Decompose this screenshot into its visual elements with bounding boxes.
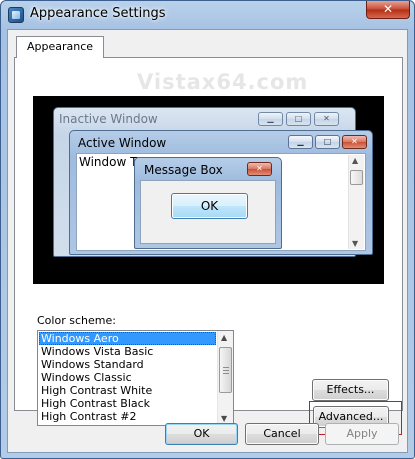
color-scheme-scrollbar[interactable]: ▲ ▼ <box>217 331 233 425</box>
dialog-client-area: Appearance Vistax64.com Inactive Window … <box>7 29 408 453</box>
title-bar[interactable]: Appearance Settings ✕ <box>1 1 414 29</box>
scroll-up-arrow-icon: ▲ <box>352 156 359 165</box>
color-scheme-label: Color scheme: <box>37 314 116 327</box>
watermark: Vistax64.com <box>137 70 309 94</box>
scroll-down-arrow-icon[interactable]: ▼ <box>221 414 227 423</box>
apply-button[interactable]: Apply <box>325 423 399 445</box>
list-item[interactable]: High Contrast Black <box>39 397 216 410</box>
list-item[interactable]: Windows Aero <box>39 332 216 345</box>
scroll-down-arrow-icon: ▼ <box>352 239 359 248</box>
maximize-icon: □ <box>315 135 340 149</box>
close-icon: ✕ <box>382 2 394 16</box>
minimize-icon: ▁ <box>258 112 283 126</box>
message-box-title: Message Box <box>144 163 223 177</box>
tab-appearance[interactable]: Appearance <box>16 36 105 58</box>
appearance-settings-window: Appearance Settings ✕ Appearance Vistax6… <box>0 0 415 459</box>
close-icon: ✕ <box>247 162 272 176</box>
message-box-body: OK <box>140 180 276 244</box>
window-title: Appearance Settings <box>30 6 166 21</box>
list-item[interactable]: Windows Classic <box>39 371 216 384</box>
appearance-tab-panel: Vistax64.com Inactive Window ▁ □ ✕ Activ… <box>14 57 403 435</box>
list-item[interactable]: High Contrast #2 <box>39 410 216 423</box>
list-item[interactable]: Windows Standard <box>39 358 216 371</box>
active-window-title: Active Window <box>78 136 167 150</box>
scroll-up-arrow-icon[interactable]: ▲ <box>221 333 227 342</box>
scroll-thumb[interactable] <box>219 347 232 393</box>
close-icon: ✕ <box>314 112 339 126</box>
message-box-ok-preview: OK <box>171 193 248 219</box>
maximize-icon: □ <box>286 112 311 126</box>
minimize-icon: ▁ <box>288 135 313 149</box>
preview-scrollbar: ▲ ▼ <box>348 155 364 249</box>
scroll-thumb <box>350 170 363 185</box>
effects-button[interactable]: Effects... <box>312 379 389 401</box>
message-box-preview: Message Box ✕ OK <box>134 157 282 249</box>
ok-button[interactable]: OK <box>165 423 238 445</box>
list-item[interactable]: High Contrast White <box>39 384 216 397</box>
color-scheme-list[interactable]: Windows Aero Windows Vista Basic Windows… <box>37 330 234 426</box>
cancel-button[interactable]: Cancel <box>245 423 319 445</box>
inactive-window-title: Inactive Window <box>59 112 158 126</box>
appearance-preview: Inactive Window ▁ □ ✕ Active Window ▁ □ … <box>33 96 384 284</box>
display-settings-icon <box>8 7 24 23</box>
close-icon: ✕ <box>342 135 367 149</box>
list-item[interactable]: Windows Vista Basic <box>39 345 216 358</box>
close-button[interactable]: ✕ <box>366 1 410 19</box>
